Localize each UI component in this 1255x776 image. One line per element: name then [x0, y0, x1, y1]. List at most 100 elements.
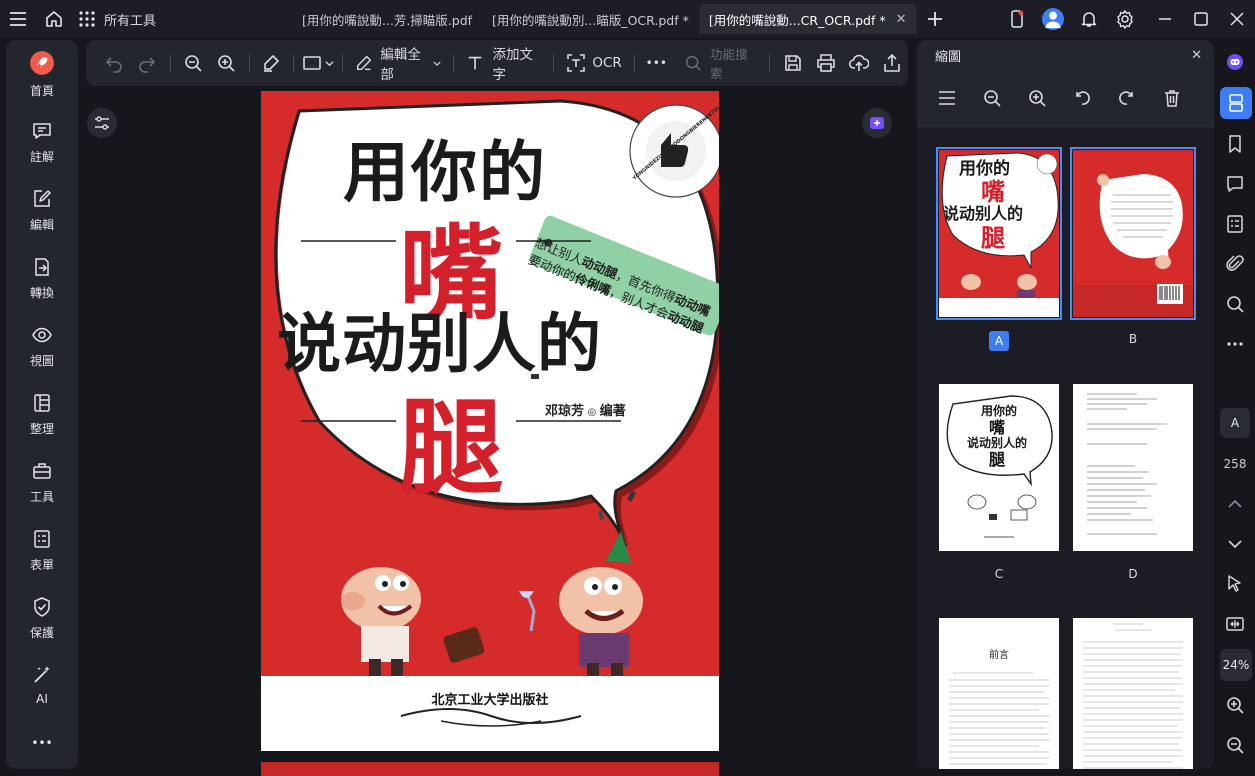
home-icon[interactable] — [36, 0, 72, 38]
thumbnail-page-d[interactable] — [1073, 384, 1193, 551]
close-window-icon[interactable] — [1219, 0, 1255, 38]
thumbnail-page-e[interactable]: 前言 — [939, 618, 1059, 769]
toolbar-divider — [248, 54, 250, 72]
sidebar-item-label: 編輯 — [29, 218, 54, 232]
edit-all-button[interactable]: 編輯全部 — [349, 40, 447, 86]
sidebar-item-label: 首頁 — [29, 84, 54, 98]
zoom-out-icon[interactable] — [1218, 729, 1252, 761]
tab-document-3-active[interactable]: [用你的嘴說動...CR_OCR.pdf * ✕ — [698, 4, 917, 34]
form-fields-icon[interactable] — [1218, 208, 1252, 240]
account-avatar[interactable] — [1035, 0, 1071, 38]
all-tools-button[interactable]: 所有工具 — [72, 0, 166, 38]
zoom-level-value[interactable]: 24% — [1220, 649, 1252, 681]
thumbnail-back-cover-preview — [1073, 150, 1193, 317]
thumbnail-zoom-out-icon[interactable] — [982, 88, 1027, 108]
thumbnail-page-c[interactable]: 用你的 嘴 说动别人的 腿 — [939, 384, 1059, 551]
ai-assistant-float-icon[interactable] — [862, 108, 892, 138]
zoom-out-icon[interactable] — [177, 40, 210, 86]
thumbnail-page-f[interactable] — [1073, 618, 1193, 769]
menu-icon[interactable] — [0, 0, 36, 38]
ocr-button[interactable]: OCR — [560, 40, 627, 86]
current-page-label[interactable]: A — [1220, 408, 1250, 438]
select-cursor-icon[interactable] — [1218, 568, 1252, 600]
sidebar-item-organize[interactable]: 整理 — [6, 392, 78, 437]
ocr-icon — [567, 54, 586, 72]
pdf-page-cover[interactable]: 用你的 嘴 说动别人的 腿 邓琼芳 ◎ 编著 想让别人动动腿，首先你得动动嘴 要… — [261, 91, 719, 751]
feature-search-input[interactable]: 功能搜索 — [672, 40, 763, 86]
thumbnail-panel-close-icon[interactable]: ✕ — [1191, 48, 1202, 63]
thumbnail-menu-icon[interactable] — [937, 88, 982, 108]
add-text-button[interactable]: 添加文字 — [460, 40, 547, 86]
cloud-upload-icon[interactable] — [842, 40, 875, 86]
rotate-right-icon[interactable] — [1117, 88, 1162, 108]
ai-assistant-icon[interactable] — [1218, 46, 1252, 78]
settings-gear-icon[interactable] — [1107, 0, 1143, 38]
highlighter-icon[interactable] — [256, 40, 287, 86]
all-tools-label: 所有工具 — [104, 13, 157, 29]
search-icon[interactable] — [1218, 288, 1252, 320]
delete-page-icon[interactable] — [1162, 88, 1207, 108]
rail-more-icon[interactable] — [1218, 328, 1252, 360]
undo-icon[interactable] — [98, 40, 131, 86]
thumbnail-panel-title: 縮圖 — [935, 49, 962, 65]
sidebar-more-icon[interactable]: ••• — [6, 736, 78, 750]
thumbnail-page-b[interactable] — [1070, 147, 1196, 320]
author-separator: ◎ — [584, 407, 600, 418]
save-icon[interactable] — [776, 40, 809, 86]
thumbnail-list: 用你的 嘴 说动别人的 腿 A B 用你的 嘴 说动别人的 腿 C D 前言 — [917, 128, 1214, 769]
window-controls — [999, 0, 1255, 38]
print-icon[interactable] — [809, 40, 842, 86]
tab-document-2[interactable]: [用你的嘴說動別...瞄版_OCR.pdf * — [482, 4, 699, 34]
thumbnail-zoom-in-icon[interactable] — [1027, 88, 1072, 108]
edit-all-label: 編輯全部 — [380, 47, 421, 83]
tab-document-1[interactable]: [用你的嘴說動...芳.掃瞄版.pdf — [292, 4, 482, 34]
next-page-icon[interactable] — [1218, 528, 1252, 560]
shape-rectangle-dropdown[interactable] — [300, 40, 337, 86]
share-icon[interactable] — [875, 40, 908, 86]
toolbar-divider — [769, 54, 771, 72]
sidebar-item-label: 工具 — [29, 490, 54, 504]
notification-bell-icon[interactable] — [1071, 0, 1107, 38]
shield-icon — [34, 597, 50, 617]
toolbox-icon — [33, 463, 51, 479]
sidebar-item-forms[interactable]: 表單 — [6, 528, 78, 573]
attachment-icon[interactable] — [1218, 248, 1252, 280]
tab-label: [用你的嘴說動別...瞄版_OCR.pdf * — [492, 12, 689, 28]
sidebar-item-protect[interactable]: 保護 — [6, 596, 78, 641]
redo-icon[interactable] — [131, 40, 164, 86]
left-sidebar: 首頁 註解 編輯 轉換 視圖 整理 工具 表單 保護 AI ••• — [6, 40, 78, 769]
previous-page-icon[interactable] — [1218, 488, 1252, 520]
sidebar-item-home[interactable]: 首頁 — [6, 50, 78, 99]
sidebar-item-label: 註解 — [29, 150, 54, 164]
thumbnail-label-b: B — [1128, 332, 1138, 346]
sidebar-item-edit[interactable]: 編輯 — [6, 188, 78, 233]
maximize-icon[interactable] — [1183, 0, 1219, 38]
tab-label: [用你的嘴說動...芳.掃瞄版.pdf — [302, 12, 473, 28]
fit-page-icon[interactable] — [1218, 608, 1252, 640]
minimize-icon[interactable] — [1147, 0, 1183, 38]
zoom-in-icon[interactable] — [1218, 689, 1252, 721]
tab-close-icon[interactable]: ✕ — [896, 12, 907, 27]
thumbnail-copyright-page-preview — [1073, 384, 1193, 551]
toolbar-divider — [169, 54, 171, 72]
toolbar-more-icon[interactable]: ••• — [641, 40, 672, 86]
mobile-icon[interactable] — [999, 0, 1035, 38]
search-placeholder: 功能搜索 — [709, 47, 748, 81]
sidebar-item-tools[interactable]: 工具 — [6, 460, 78, 505]
sidebar-item-convert[interactable]: 轉換 — [6, 256, 78, 301]
view-adjust-icon[interactable] — [87, 108, 117, 138]
thumbnail-page-a[interactable]: 用你的 嘴 说动别人的 腿 — [936, 147, 1062, 320]
chevron-down-icon — [325, 60, 334, 66]
sidebar-item-view[interactable]: 視圖 — [6, 324, 78, 369]
zoom-in-icon[interactable] — [210, 40, 243, 86]
thumbnails-panel-icon[interactable] — [1220, 87, 1252, 119]
sidebar-item-ai[interactable]: AI — [6, 664, 78, 706]
rotate-left-icon[interactable] — [1072, 88, 1117, 108]
eye-icon — [32, 327, 52, 343]
thumbnail-label-a: A — [939, 331, 1059, 351]
bookmark-icon[interactable] — [1218, 128, 1252, 160]
comments-icon[interactable] — [1218, 168, 1252, 200]
pdf-page-next[interactable] — [261, 762, 719, 776]
new-tab-icon[interactable] — [917, 10, 953, 28]
sidebar-item-annotate[interactable]: 註解 — [6, 120, 78, 165]
